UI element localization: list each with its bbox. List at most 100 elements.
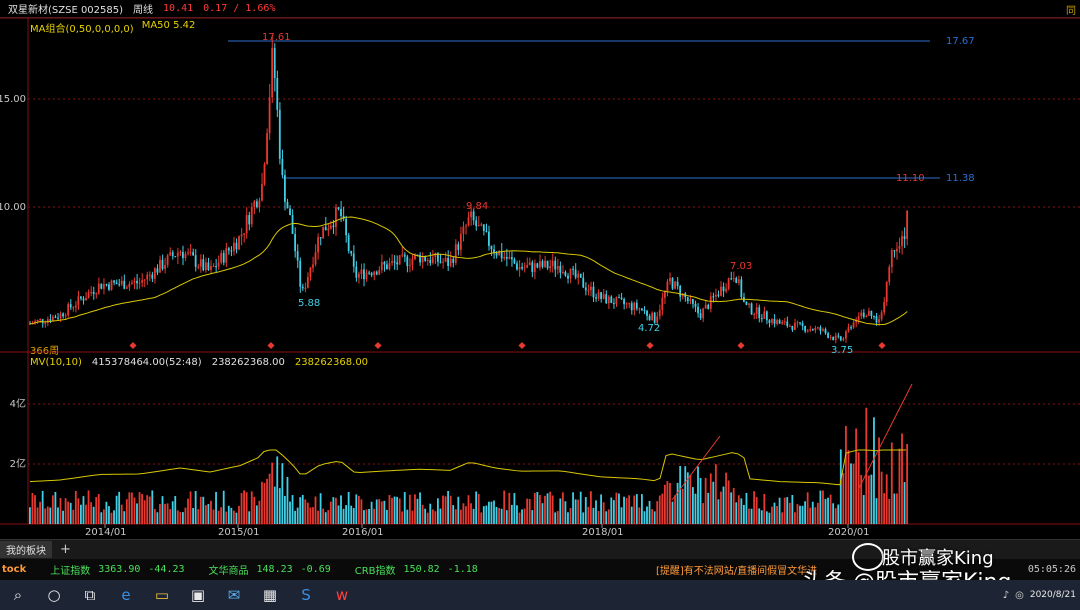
volume-bar (90, 502, 92, 524)
mail-icon[interactable]: ✉ (216, 580, 252, 610)
candle-body (801, 323, 804, 326)
volume-bar (179, 512, 182, 524)
candle-body (176, 252, 179, 257)
volume-bar (462, 503, 465, 524)
candle-body (607, 296, 610, 304)
candle-body (595, 297, 597, 299)
candle-body (783, 321, 786, 323)
candle-body (141, 280, 143, 283)
candle-body (332, 225, 335, 228)
volume-bar (105, 501, 108, 524)
candle-body (804, 325, 806, 332)
candle-body (179, 252, 182, 254)
volume-bar (482, 506, 485, 524)
candle-body (709, 296, 712, 309)
volume-bar (508, 492, 511, 524)
candle-body (597, 292, 600, 299)
volume-bar (278, 488, 281, 524)
volume-bar (319, 493, 322, 524)
candle-body (396, 262, 398, 265)
volume-bar (641, 494, 643, 524)
volume-bar (368, 509, 370, 524)
file-explorer-icon[interactable]: ▭ (144, 580, 180, 610)
ticker-name[interactable]: CRB指数 (355, 562, 396, 577)
candle-body (97, 283, 100, 294)
candle-body (329, 225, 332, 229)
candle-body (878, 319, 880, 323)
volume-bar (77, 498, 80, 524)
ticker-name[interactable]: 文华商品 (209, 562, 249, 577)
candle-body (465, 225, 467, 227)
volume-bar (671, 501, 674, 524)
kline-chart[interactable]: 15.00 10.00 4亿 2亿 2014/01 2015/01 2016/01 2018/… (0, 0, 1080, 539)
search-icon[interactable]: ⌕ (0, 580, 36, 610)
calculator-icon[interactable]: ▦ (252, 580, 288, 610)
candle-body (760, 318, 763, 320)
volume-bar (421, 504, 424, 524)
volume-bar (182, 512, 184, 524)
signal-marker (129, 341, 137, 350)
tab-my-sectors[interactable]: 我的板块 (0, 541, 52, 558)
candle-body (615, 297, 618, 304)
candle-body (118, 284, 121, 286)
volume-bar (875, 498, 878, 524)
candle-body (699, 313, 702, 319)
candle-body (54, 316, 57, 318)
candle-body (842, 338, 845, 341)
volume-bar (503, 490, 506, 524)
candle-body (202, 259, 205, 271)
volume-bar (125, 499, 128, 524)
volume-bar (661, 493, 664, 524)
store-icon[interactable]: ▣ (180, 580, 216, 610)
candle-body (470, 211, 472, 218)
candle-body (740, 279, 743, 298)
ma50-line (29, 216, 908, 326)
volume-bar (380, 501, 383, 524)
volume-bar (888, 498, 891, 524)
volume-bar (210, 500, 212, 524)
candle-body (77, 296, 80, 306)
candle-body (138, 282, 141, 284)
volume-bar (97, 494, 100, 524)
candle-body (169, 252, 172, 256)
volume-bar (564, 501, 567, 524)
volume-bar (396, 496, 398, 524)
candle-body (324, 226, 327, 231)
candle-body (692, 298, 694, 304)
candle-body (577, 273, 580, 278)
volume-bar (750, 508, 753, 524)
candle-body (643, 310, 646, 312)
ticker-change: -1.18 (447, 564, 478, 575)
candle-body (510, 257, 513, 260)
candle-body (704, 304, 707, 309)
volume-bar (329, 501, 332, 524)
candle-body (383, 262, 386, 265)
volume-bar (898, 448, 901, 524)
volume-icon[interactable]: ♪ (1003, 590, 1009, 601)
candle-body (561, 272, 564, 274)
edge-icon[interactable]: e (108, 580, 144, 610)
volume-bar (62, 510, 64, 524)
volume-bar (424, 508, 427, 524)
candle-body (791, 325, 794, 330)
volume-bar (498, 507, 500, 524)
alert-message[interactable]: [提醒]有不法网站/直播间假冒文华进 (656, 562, 817, 577)
wenhua-icon[interactable]: w (324, 580, 360, 610)
add-tab-button[interactable]: + (60, 542, 71, 557)
volume-bar (587, 506, 590, 524)
task-view-icon[interactable]: ⧉ (72, 580, 108, 610)
candle-body (737, 279, 740, 283)
volume-bar (612, 500, 615, 524)
ticker-name[interactable]: 上证指数 (50, 562, 90, 577)
volume-bar (391, 497, 393, 524)
candle-body (457, 244, 460, 250)
candle-body (850, 327, 852, 329)
taskbar-clock[interactable]: 2020/8/21 (1030, 590, 1076, 600)
sogou-icon[interactable]: S (288, 580, 324, 610)
candle-body (903, 236, 906, 240)
volume-bar (765, 511, 768, 524)
network-icon[interactable]: ◎ (1015, 590, 1024, 601)
candle-body (567, 275, 569, 279)
volume-bar (755, 497, 758, 524)
cortana-icon[interactable]: ○ (36, 580, 72, 610)
